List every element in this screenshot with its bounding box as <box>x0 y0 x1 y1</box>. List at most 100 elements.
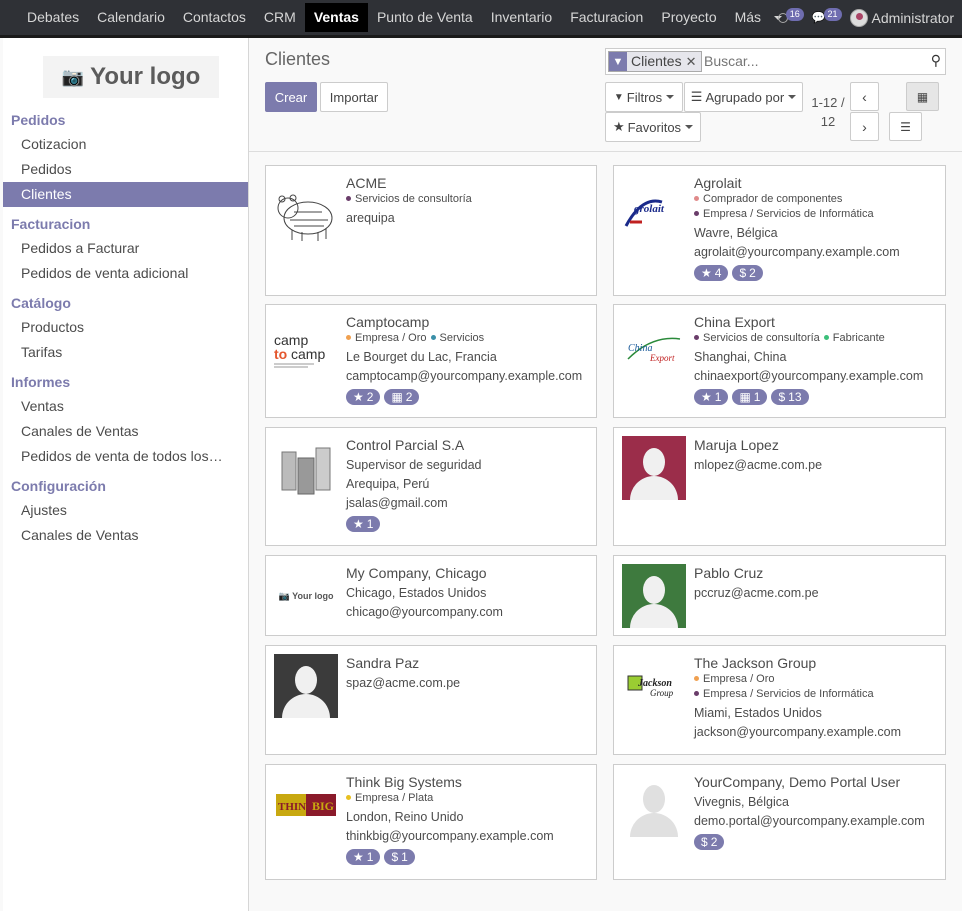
kanban-record[interactable]: 📷 Your logo My Company, Chicago Chicago, E… <box>265 555 597 636</box>
kanban-record[interactable]: camp to camp Camptocamp Empresa / Oro Servici… <box>265 304 597 418</box>
star-icon: ★ <box>353 517 364 531</box>
activity-count-badge: 16 <box>785 8 804 21</box>
kanban-record[interactable]: ACME Servicios de consultoría arequipa <box>265 165 597 296</box>
sales-button[interactable]: $2 <box>732 265 763 281</box>
kanban-record[interactable]: Control Parcial S.A Supervisor de segurid… <box>265 427 597 546</box>
activity-button[interactable]: 16 <box>777 8 804 24</box>
company-logo: 📷 Your logo <box>43 56 219 98</box>
menu-item-calendario[interactable]: Calendario <box>88 0 174 35</box>
pager-range[interactable]: 1-12 / <box>808 93 848 112</box>
import-button[interactable]: Importar <box>320 82 388 112</box>
pager-previous-button[interactable]: ‹ <box>850 82 879 111</box>
filter-icon: ▼ <box>613 91 624 103</box>
search-icon[interactable]: ⚲ <box>931 52 941 69</box>
record-email: camptocamp@yourcompany.example.com <box>346 369 583 383</box>
pager-next-button[interactable]: › <box>850 112 879 141</box>
tag-list: Empresa / Oro Empresa / Servicios de Info… <box>694 672 939 702</box>
sidebar-menu: Pedidos Cotizacion Pedidos Clientes Facturac… <box>3 109 248 548</box>
chevron-left-icon: ‹ <box>862 88 867 105</box>
group-by-button[interactable]: ☰ Agrupado por <box>684 82 803 112</box>
svg-text:China: China <box>628 343 652 354</box>
user-menu[interactable]: Administrator <box>849 8 954 27</box>
sidebar-item-canales-de-ventas[interactable]: Canales de Ventas <box>3 419 248 444</box>
kanban-record[interactable]: grolait Agrolait Comprador de componentes E… <box>613 165 946 296</box>
kanban-record[interactable]: Maruja Lopez mlopez@acme.com.pe <box>613 427 946 546</box>
sidebar-section-informes[interactable]: Informes <box>3 371 248 394</box>
menu-item-m-s[interactable]: Más <box>726 0 770 35</box>
list-icon: ☰ <box>900 119 911 134</box>
kanban-record[interactable]: Jackson Group The Jackson Group Empresa / O… <box>613 645 946 755</box>
sidebar-item-canales-de-ventas[interactable]: Canales de Ventas <box>3 523 248 548</box>
menu-item-ventas[interactable]: Ventas <box>304 3 368 32</box>
kanban-record[interactable]: Sandra Paz spaz@acme.com.pe <box>265 645 597 755</box>
category-tag: Empresa / Servicios de Informática <box>694 207 939 222</box>
record-email: pccruz@acme.com.pe <box>694 586 819 600</box>
tag-label: Servicios de consultoría <box>703 332 820 344</box>
sidebar-item-productos[interactable]: Productos <box>3 315 248 340</box>
sidebar-item-tarifas[interactable]: Tarifas <box>3 340 248 365</box>
menu-item-debates[interactable]: Debates <box>18 0 88 35</box>
favorites-button[interactable]: ★ Favoritos <box>605 112 701 142</box>
tag-color-dot <box>694 675 699 681</box>
opportunities-button[interactable]: ★ 1 <box>346 849 381 865</box>
remove-facet-icon[interactable]: ✕ <box>685 52 701 71</box>
meetings-button[interactable]: ▦ 1 <box>732 389 768 405</box>
record-email: thinkbig@yourcompany.example.com <box>346 829 554 843</box>
tag-color-dot <box>346 195 351 201</box>
badge-count: 13 <box>788 390 802 404</box>
sidebar-section-pedidos[interactable]: Pedidos <box>3 109 248 132</box>
svg-text:camp: camp <box>291 346 325 362</box>
menu-item-facturacion[interactable]: Facturacion <box>561 0 652 35</box>
counter-badges: ★ 1 ▦ 1 $13 <box>694 389 939 405</box>
sales-button[interactable]: $13 <box>771 389 809 405</box>
menu-item-punto-de-venta[interactable]: Punto de Venta <box>368 0 482 35</box>
menu-item-crm[interactable]: CRM <box>255 0 305 35</box>
kanban-record[interactable]: YourCompany, Demo Portal User Vivegnis, B… <box>613 764 946 880</box>
divider <box>249 151 962 152</box>
page-title: Clientes <box>265 49 331 69</box>
record-details: Control Parcial S.A Supervisor de segurid… <box>346 436 590 532</box>
kanban-record[interactable]: THINK BIG Think Big Systems Empresa / Plata… <box>265 764 597 880</box>
sidebar-item-pedidos-de-venta-de-todos-los[interactable]: Pedidos de venta de todos los… <box>3 444 248 469</box>
sidebar-item-pedidos-de-venta-adicional[interactable]: Pedidos de venta adicional <box>3 261 248 286</box>
sidebar-section-cat-logo[interactable]: Catálogo <box>3 292 248 315</box>
search-input[interactable] <box>702 52 902 70</box>
sales-button[interactable]: $2 <box>694 834 725 850</box>
menu-item-proyecto[interactable]: Proyecto <box>652 0 725 35</box>
messaging-button[interactable]: 💬 21 <box>812 8 842 24</box>
counter-badges: ★ 2 ▦ 2 <box>346 389 590 405</box>
record-details: YourCompany, Demo Portal User Vivegnis, B… <box>694 773 939 850</box>
record-name: The Jackson Group <box>694 655 817 671</box>
chevron-right-icon: › <box>862 118 867 135</box>
sidebar-item-ventas[interactable]: Ventas <box>3 394 248 419</box>
sidebar-item-clientes[interactable]: Clientes <box>3 182 248 207</box>
sidebar-section-configuraci-n[interactable]: Configuración <box>3 475 248 498</box>
tag-label: Empresa / Oro <box>703 673 775 685</box>
filters-button[interactable]: ▼ Filtros <box>605 82 683 112</box>
kanban-view-button[interactable]: ▦ <box>906 82 939 111</box>
sidebar-item-pedidos[interactable]: Pedidos <box>3 157 248 182</box>
menu-item-contactos[interactable]: Contactos <box>174 0 255 35</box>
list-view-button[interactable]: ☰ <box>889 112 922 141</box>
sidebar-item-pedidos-a-facturar[interactable]: Pedidos a Facturar <box>3 236 248 261</box>
chevron-down-icon <box>788 95 797 99</box>
kanban-record[interactable]: Pablo Cruz pccruz@acme.com.pe <box>613 555 946 636</box>
record-details: Maruja Lopez mlopez@acme.com.pe <box>694 436 939 475</box>
opportunities-button[interactable]: ★ 2 <box>346 389 381 405</box>
record-info: Wavre, Bélgica <box>694 226 778 240</box>
sales-button[interactable]: $1 <box>384 849 415 865</box>
star-icon: ★ <box>701 266 712 280</box>
tag-color-dot <box>823 334 829 340</box>
message-count-badge: 21 <box>823 8 842 21</box>
opportunities-button[interactable]: ★ 4 <box>694 265 729 281</box>
create-button[interactable]: Crear <box>265 82 317 112</box>
sidebar-item-cotizacion[interactable]: Cotizacion <box>3 132 248 157</box>
kanban-record[interactable]: China Export China Export Servicios de cons… <box>613 304 946 418</box>
group-by-label: Agrupado por <box>705 89 785 105</box>
opportunities-button[interactable]: ★ 1 <box>694 389 729 405</box>
meetings-button[interactable]: ▦ 2 <box>384 389 420 405</box>
menu-item-inventario[interactable]: Inventario <box>482 0 561 35</box>
sidebar-item-ajustes[interactable]: Ajustes <box>3 498 248 523</box>
sidebar-section-facturacion[interactable]: Facturacion <box>3 213 248 236</box>
opportunities-button[interactable]: ★ 1 <box>346 516 381 532</box>
